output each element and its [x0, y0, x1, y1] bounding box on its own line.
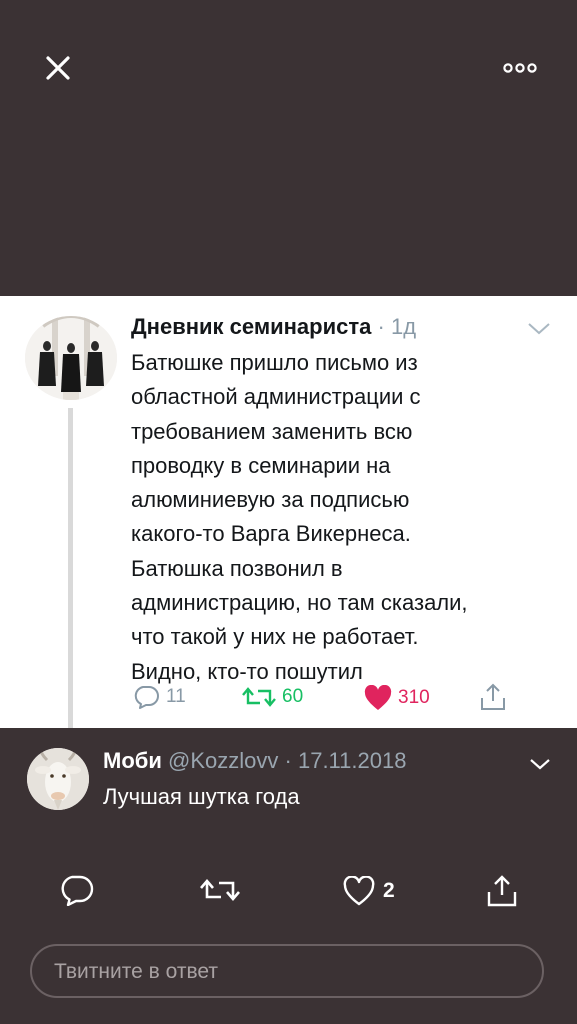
author-handle[interactable]: @Kozzlovv — [168, 748, 278, 773]
like-button[interactable]: 2 — [343, 876, 395, 906]
avatar[interactable] — [25, 316, 117, 400]
tweet-text-line: областной администрации с — [131, 384, 421, 410]
tweet-text-line: Батюшка позвонил в — [131, 555, 343, 581]
media-viewer-header — [0, 0, 577, 296]
chevron-down-icon — [530, 759, 550, 770]
share-icon — [481, 683, 505, 710]
composer-placeholder: Твитните в ответ — [54, 960, 218, 983]
tweet-text: Батюшке пришло письмо из областной админ… — [131, 346, 551, 689]
quoted-tweet[interactable]: Дневник семинариста · 1д Батюшке пришло … — [0, 296, 577, 728]
thread-line — [68, 408, 73, 728]
close-icon — [46, 56, 70, 80]
author-name[interactable]: Моби — [103, 748, 162, 773]
avatar[interactable] — [27, 748, 89, 810]
heart-icon — [343, 876, 375, 906]
reply-count: 11 — [166, 686, 186, 707]
reply-composer[interactable]: Твитните в ответ — [30, 944, 544, 998]
reply-icon — [61, 875, 94, 906]
share-button[interactable] — [479, 682, 507, 712]
tweet-text-line: проводку в семинарии на — [131, 452, 391, 478]
separator: · — [284, 748, 292, 773]
like-button[interactable]: 310 — [364, 685, 430, 711]
tweet-header: Дневник семинариста · 1д — [131, 314, 416, 340]
retweet-icon — [200, 879, 240, 901]
reply-button[interactable]: 11 — [132, 685, 186, 709]
chevron-down-icon — [528, 323, 550, 335]
author-name[interactable]: Дневник семинариста — [131, 314, 371, 339]
tweet-text-line: что такой у них не работает. — [131, 624, 419, 650]
reply-tweet[interactable]: Моби @Kozzlovv · 17.11.2018 Лучшая шутка… — [0, 728, 577, 1024]
reply-icon — [134, 686, 159, 709]
retweet-button[interactable]: 60 — [242, 685, 303, 709]
separator: · — [377, 314, 385, 339]
tweet-time[interactable]: 1д — [391, 314, 416, 339]
close-button[interactable] — [40, 50, 76, 86]
like-count: 310 — [398, 687, 430, 708]
more-icon — [503, 63, 537, 73]
reply-button[interactable] — [58, 874, 94, 906]
retweet-button[interactable] — [200, 876, 240, 904]
share-icon — [487, 875, 517, 907]
heart-icon — [364, 685, 392, 710]
tweet-text-line: какого-то Варга Викернеса. — [131, 521, 411, 547]
tweet-text-line: администрацию, но там сказали, — [131, 590, 468, 616]
retweet-icon — [242, 687, 276, 707]
share-button[interactable] — [486, 874, 518, 908]
like-count: 2 — [383, 879, 395, 902]
tweet-text: Лучшая шутка года — [103, 784, 300, 809]
tweet-text-line: требованием заменить всю — [131, 418, 413, 444]
tweet-menu-button[interactable] — [528, 756, 552, 772]
tweet-text-line: Батюшке пришло письмо из — [131, 350, 418, 375]
tweet-menu-button[interactable] — [526, 320, 552, 336]
tweet-header: Моби @Kozzlovv · 17.11.2018 — [103, 748, 406, 774]
more-options-button[interactable] — [500, 58, 540, 78]
retweet-count: 60 — [282, 686, 304, 707]
tweet-date[interactable]: 17.11.2018 — [298, 748, 406, 773]
tweet-text-line: алюминиевую за подписью — [131, 487, 410, 513]
